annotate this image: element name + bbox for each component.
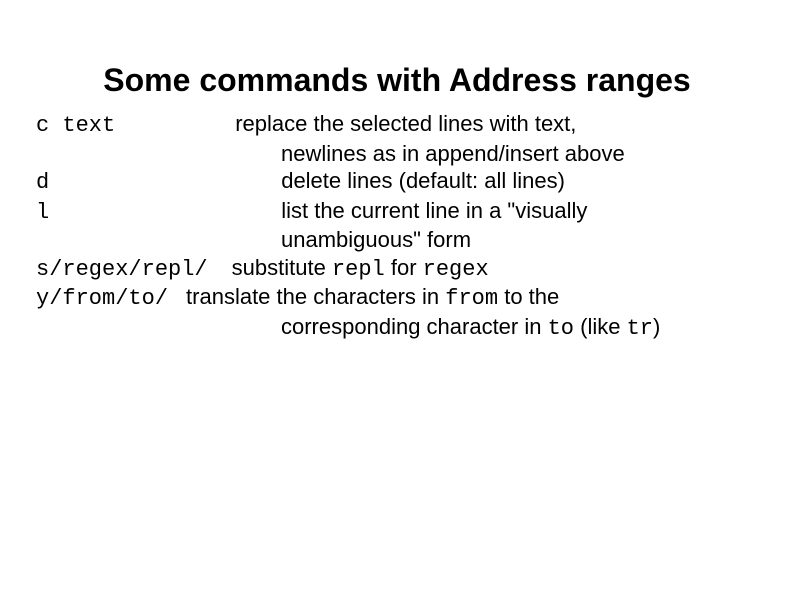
desc-y-from: from <box>445 286 498 311</box>
command-c: c text <box>36 113 115 138</box>
desc-s-repl: repl <box>332 257 385 282</box>
desc-s-mid: for <box>385 255 423 280</box>
command-l: l <box>36 200 49 225</box>
command-d: d <box>36 170 49 195</box>
command-row-y-cont: corresponding character in to (like tr) <box>36 313 758 343</box>
desc-y2-to: to <box>548 316 574 341</box>
command-row-s: s/regex/repl/substitute repl for regex <box>36 254 758 284</box>
command-row-c: c text replace the selected lines with te… <box>36 110 758 140</box>
command-row-l: l list the current line in a "visually <box>36 197 758 227</box>
desc-c-line2: newlines as in append/insert above <box>281 141 625 166</box>
slide: Some commands with Address ranges c text… <box>0 0 794 595</box>
slide-title: Some commands with Address ranges <box>0 62 794 99</box>
desc-l-line1: list the current line in a "visually <box>281 198 587 223</box>
desc-y-mid: to the <box>498 284 559 309</box>
command-row-c-cont: newlines as in append/insert above <box>36 140 758 168</box>
command-row-l-cont: unambiguous" form <box>36 226 758 254</box>
desc-y-pre: translate the characters in <box>186 284 445 309</box>
command-row-y: y/from/to/translate the characters in fr… <box>36 283 758 313</box>
command-y: y/from/to/ <box>36 286 168 311</box>
desc-c-line1: replace the selected lines with text, <box>235 111 576 136</box>
desc-s-pre: substitute <box>232 255 332 280</box>
desc-y2-mid: (like <box>574 314 627 339</box>
desc-y2-pre: corresponding character in <box>281 314 548 339</box>
desc-s-regex: regex <box>423 257 489 282</box>
desc-d: delete lines (default: all lines) <box>281 168 565 193</box>
command-row-d: d delete lines (default: all lines) <box>36 167 758 197</box>
desc-y2-end: ) <box>653 314 660 339</box>
desc-y2-tr: tr <box>627 316 653 341</box>
desc-l-line2: unambiguous" form <box>281 227 471 252</box>
command-s: s/regex/repl/ <box>36 257 208 282</box>
content-area: c text replace the selected lines with te… <box>36 110 758 342</box>
